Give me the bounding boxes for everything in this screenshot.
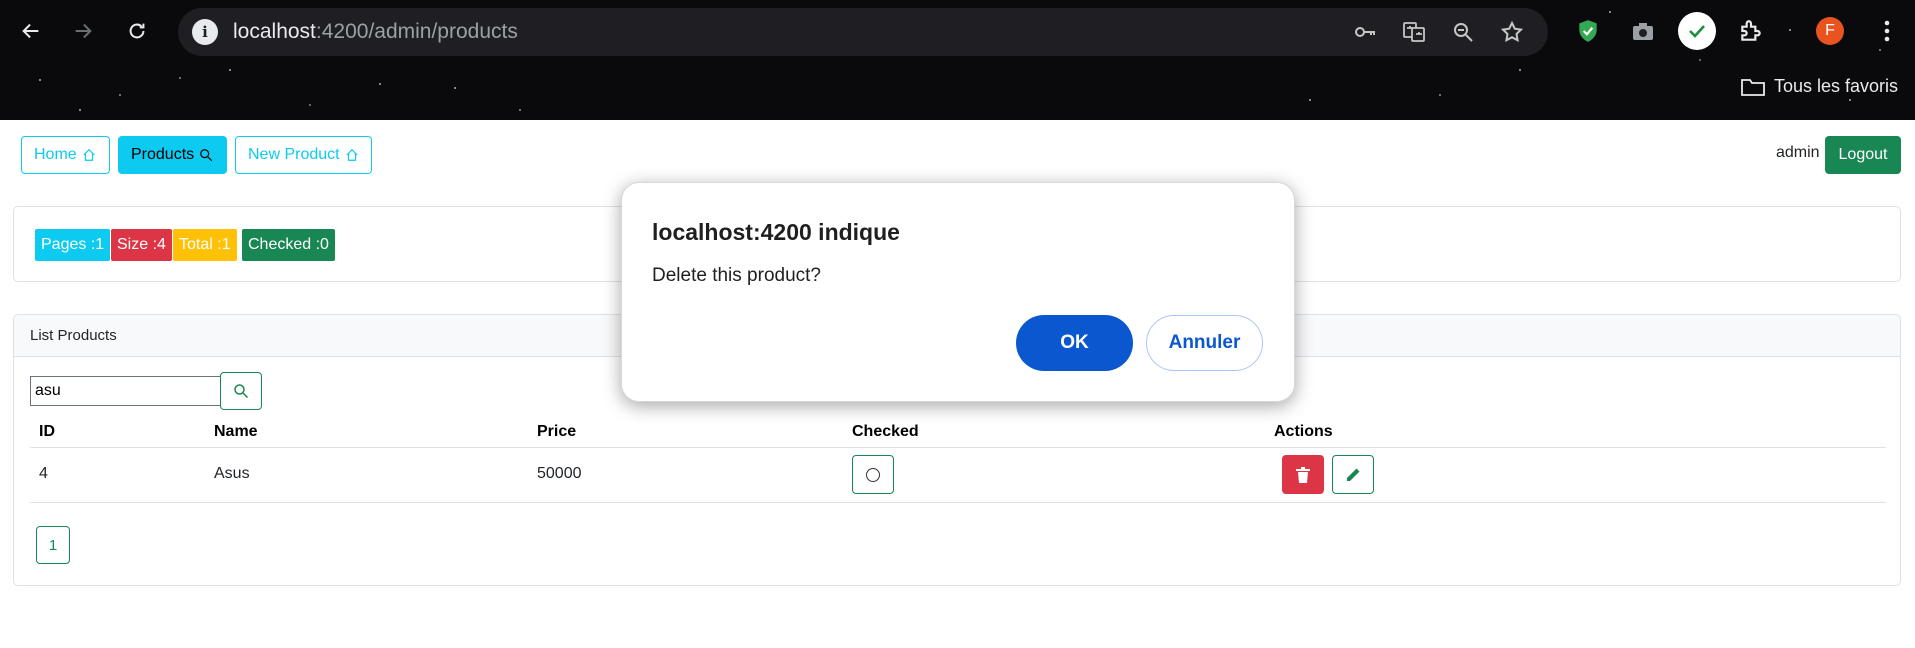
shield-extension-icon[interactable] <box>1573 16 1603 46</box>
products-button[interactable]: Products <box>118 136 227 174</box>
confirm-dialog: localhost:4200 indique Delete this produ… <box>621 182 1295 402</box>
delete-button[interactable] <box>1282 455 1324 494</box>
folder-icon <box>1741 78 1765 96</box>
cell-id: 4 <box>39 465 48 482</box>
camera-extension-icon[interactable] <box>1628 16 1658 46</box>
size-badge: Size :4 <box>111 229 172 261</box>
cell-name: Asus <box>214 465 250 482</box>
back-icon[interactable] <box>16 16 46 46</box>
search-icon <box>200 149 213 162</box>
column-header-price: Price <box>537 423 577 440</box>
dialog-cancel-button[interactable]: Annuler <box>1146 315 1263 371</box>
column-header-actions: Actions <box>1274 423 1333 440</box>
zoom-icon[interactable] <box>1451 20 1475 44</box>
home-label: Home <box>34 146 77 163</box>
search-button[interactable] <box>220 372 262 410</box>
home-button[interactable]: Home <box>21 136 110 174</box>
products-label: Products <box>131 146 195 163</box>
url-text[interactable]: localhost:4200/admin/products <box>233 20 518 44</box>
translate-icon[interactable] <box>1402 20 1426 44</box>
bookmark-star-icon[interactable] <box>1500 20 1524 44</box>
pencil-icon <box>1347 468 1360 481</box>
total-badge: Total :1 <box>173 229 237 261</box>
column-header-name: Name <box>214 423 258 440</box>
trash-icon <box>1296 466 1310 483</box>
pages-badge: Pages :1 <box>35 229 111 261</box>
checked-badge: Checked :0 <box>242 229 335 261</box>
new-product-button[interactable]: New Product <box>235 136 372 174</box>
extensions-puzzle-icon[interactable] <box>1736 16 1766 46</box>
new-product-label: New Product <box>248 146 340 163</box>
column-header-checked: Checked <box>852 423 919 440</box>
toggle-checked-button[interactable] <box>852 455 894 494</box>
dialog-title: localhost:4200 indique <box>652 219 900 245</box>
password-key-icon[interactable] <box>1353 20 1377 44</box>
address-bar[interactable]: i localhost:4200/admin/products <box>178 8 1548 56</box>
check-extension-icon[interactable] <box>1678 12 1716 50</box>
search-icon <box>234 384 249 399</box>
logout-button[interactable]: Logout <box>1825 136 1901 174</box>
house-icon <box>83 148 95 161</box>
more-menu-icon[interactable] <box>1872 16 1902 46</box>
app-navbar: Home Products New Product admin Logout <box>0 120 1915 190</box>
dialog-message: Delete this product? <box>652 265 821 286</box>
edit-button[interactable] <box>1332 455 1374 494</box>
reload-icon[interactable] <box>122 16 152 46</box>
unchecked-circle-icon <box>866 467 880 482</box>
search-input[interactable] <box>30 376 221 406</box>
house-icon <box>345 148 358 161</box>
site-info-icon[interactable]: i <box>192 19 218 45</box>
table-row-divider <box>30 502 1886 503</box>
favorites-label: Tous les favoris <box>1774 76 1899 96</box>
forward-icon[interactable] <box>68 16 98 46</box>
column-header-id: ID <box>39 423 55 440</box>
username-label: admin <box>1776 144 1820 161</box>
profile-initial: F <box>1825 22 1835 39</box>
browser-chrome: i localhost:4200/admin/products F Tous l… <box>0 0 1915 120</box>
table-header-divider <box>30 447 1886 448</box>
cell-price: 50000 <box>537 465 582 482</box>
app-page: Home Products New Product admin Logout P… <box>0 120 1915 648</box>
dialog-ok-button[interactable]: OK <box>1016 315 1133 371</box>
page-button-1[interactable]: 1 <box>36 526 70 564</box>
all-bookmarks-folder[interactable]: Tous les favoris <box>1740 76 1898 97</box>
profile-avatar[interactable]: F <box>1816 17 1844 45</box>
list-title: List Products <box>30 327 117 344</box>
